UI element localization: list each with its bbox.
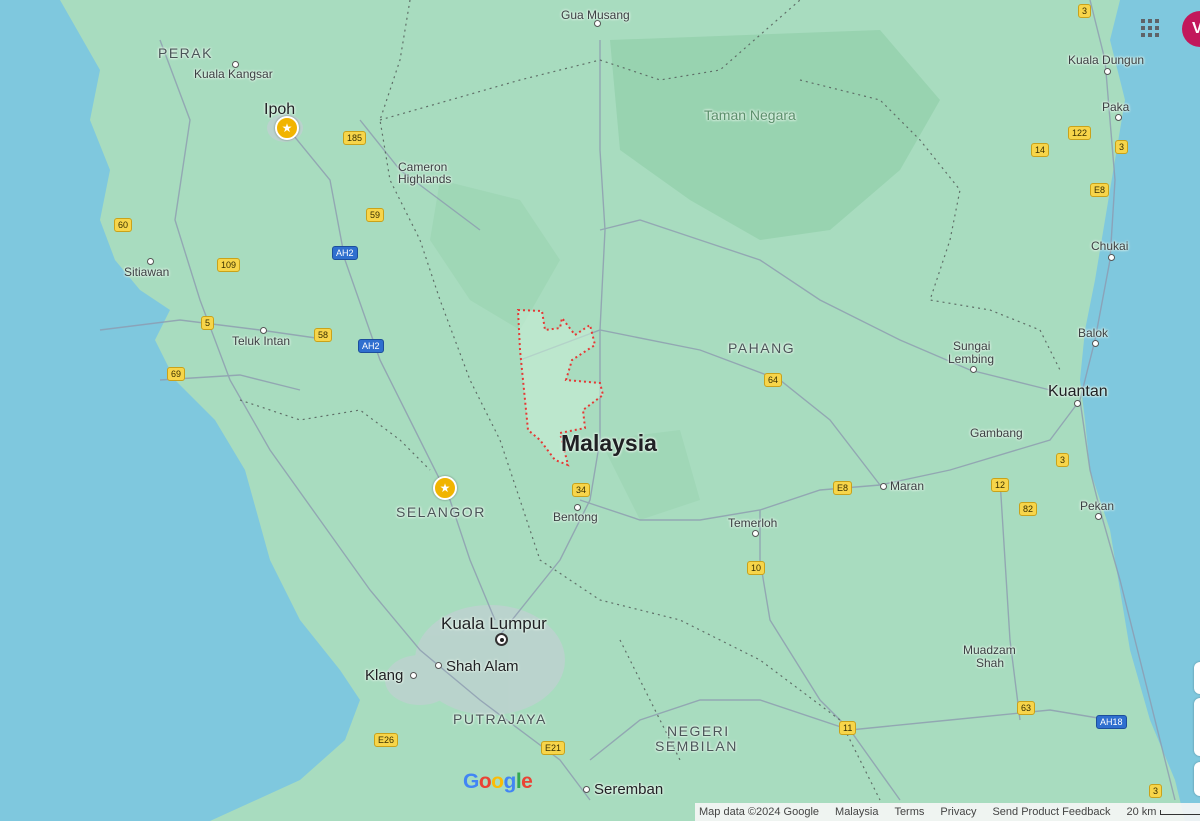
city-sungai-lembing-1[interactable]: Sungai	[953, 340, 990, 352]
city-dot	[970, 366, 977, 373]
city-balok[interactable]: Balok	[1078, 327, 1108, 339]
city-paka[interactable]: Paka	[1102, 101, 1129, 113]
park-label: Taman Negara	[704, 107, 796, 123]
city-kuala-lumpur[interactable]: Kuala Lumpur	[441, 615, 547, 632]
city-maran[interactable]: Maran	[890, 480, 924, 492]
city-shah-alam[interactable]: Shah Alam	[446, 659, 519, 674]
city-seremban[interactable]: Seremban	[594, 782, 663, 797]
route-shield: E8	[1090, 183, 1110, 197]
scale-bar	[1160, 809, 1200, 815]
route-shield-asian-highway: AH2	[358, 339, 384, 353]
city-sungai-lembing-2[interactable]: Lembing	[948, 353, 994, 365]
route-shield: E8	[833, 481, 853, 495]
attribution-bar: Map data ©2024 Google Malaysia Terms Pri…	[695, 803, 1200, 821]
state-label-negeri: NEGERI	[667, 723, 730, 739]
map-control-partial[interactable]	[1194, 662, 1200, 694]
feedback-link[interactable]: Send Product Feedback	[992, 806, 1110, 818]
city-gambang[interactable]: Gambang	[970, 427, 1023, 439]
state-label-putrajaya: PUTRAJAYA	[453, 711, 547, 727]
city-dot	[1095, 513, 1102, 520]
route-shield: 3	[1149, 784, 1163, 798]
city-dot	[260, 327, 267, 334]
city-dot	[880, 483, 887, 490]
route-shield: 69	[167, 367, 186, 381]
capital-marker-icon	[495, 633, 508, 646]
city-kuala-kangsar[interactable]: Kuala Kangsar	[194, 68, 273, 80]
city-dot	[1104, 68, 1111, 75]
city-cameron-2[interactable]: Highlands	[398, 173, 451, 185]
city-pekan[interactable]: Pekan	[1080, 500, 1114, 512]
route-shield-asian-highway: AH18	[1096, 715, 1127, 729]
region-link[interactable]: Malaysia	[835, 806, 878, 818]
privacy-link[interactable]: Privacy	[940, 806, 976, 818]
terms-link[interactable]: Terms	[894, 806, 924, 818]
state-label-perak: PERAK	[158, 45, 213, 61]
route-shield: 11	[839, 721, 857, 735]
route-shield: E21	[541, 741, 566, 755]
state-label-sembilan: SEMBILAN	[655, 738, 738, 754]
route-shield: E26	[374, 733, 399, 747]
city-dot	[1108, 254, 1115, 261]
map-data-text[interactable]: Map data ©2024 Google	[699, 806, 819, 818]
google-logo: Google	[463, 770, 533, 793]
city-dot	[147, 258, 154, 265]
city-sitiawan[interactable]: Sitiawan	[124, 266, 169, 278]
city-dot	[752, 530, 759, 537]
route-shield-asian-highway: AH2	[332, 246, 358, 260]
route-shield: 58	[314, 328, 333, 342]
apps-grid-icon[interactable]	[1139, 17, 1161, 39]
city-bentong[interactable]: Bentong	[553, 511, 598, 523]
route-shield: 122	[1068, 126, 1092, 140]
route-shield: 63	[1017, 701, 1036, 715]
route-shield: 5	[201, 316, 215, 330]
route-shield: 59	[366, 208, 385, 222]
city-dot	[410, 672, 417, 679]
city-muadzam-1[interactable]: Muadzam	[963, 644, 1016, 656]
city-dot	[435, 662, 442, 669]
route-shield: 109	[217, 258, 241, 272]
city-gua-musang[interactable]: Gua Musang	[561, 9, 630, 21]
city-dot	[1092, 340, 1099, 347]
scale-indicator[interactable]: 20 km	[1126, 806, 1200, 818]
state-label-pahang: PAHANG	[728, 340, 796, 356]
route-shield: 3	[1115, 140, 1129, 154]
city-dot	[1074, 400, 1081, 407]
route-shield: 12	[991, 478, 1010, 492]
route-shield: 64	[764, 373, 783, 387]
saved-place-star-icon[interactable]: ★	[275, 116, 299, 140]
city-chukai[interactable]: Chukai	[1091, 240, 1128, 252]
city-teluk-intan[interactable]: Teluk Intan	[232, 335, 290, 347]
country-label: Malaysia	[561, 430, 657, 456]
route-shield: 60	[114, 218, 133, 232]
route-shield: 3	[1078, 4, 1092, 18]
route-shield: 34	[572, 483, 591, 497]
state-label-selangor: SELANGOR	[396, 504, 486, 520]
route-shield: 82	[1019, 502, 1038, 516]
route-shield: 10	[747, 561, 766, 575]
route-shield: 14	[1031, 143, 1050, 157]
route-shield: 185	[343, 131, 367, 145]
zoom-control-partial[interactable]	[1194, 698, 1200, 756]
route-shield: 3	[1056, 453, 1070, 467]
map-canvas[interactable]	[0, 0, 1200, 821]
city-temerloh[interactable]: Temerloh	[728, 517, 777, 529]
city-klang[interactable]: Klang	[365, 668, 403, 683]
map-control-partial[interactable]	[1194, 762, 1200, 796]
city-kuantan[interactable]: Kuantan	[1048, 384, 1108, 400]
city-dot	[1115, 114, 1122, 121]
city-muadzam-2[interactable]: Shah	[976, 657, 1004, 669]
city-kuala-dungun[interactable]: Kuala Dungun	[1068, 54, 1144, 66]
city-dot	[583, 786, 590, 793]
saved-place-star-icon[interactable]: ★	[433, 476, 457, 500]
